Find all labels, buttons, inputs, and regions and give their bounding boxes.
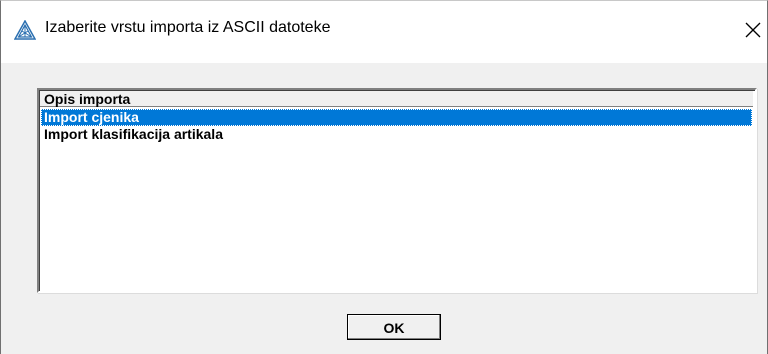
close-icon (745, 22, 761, 38)
list-column-header[interactable]: Opis importa (40, 91, 753, 107)
triangle-logo-icon (13, 19, 37, 40)
import-type-list[interactable]: Opis importa Import cjenika Import klasi… (37, 88, 757, 293)
list-item-import-klasifikacija[interactable]: Import klasifikacija artikala (41, 126, 752, 143)
dialog-window: Izaberite vrstu importa iz ASCII datotek… (0, 0, 768, 354)
ok-button[interactable]: OK (347, 314, 441, 340)
list-frame: Opis importa Import cjenika Import klasi… (39, 90, 755, 291)
window-title: Izaberite vrstu importa iz ASCII datotek… (45, 19, 331, 36)
title-bar[interactable]: Izaberite vrstu importa iz ASCII datotek… (1, 1, 767, 63)
list-item-import-cjenika[interactable]: Import cjenika (41, 109, 752, 126)
close-button[interactable] (739, 16, 767, 44)
